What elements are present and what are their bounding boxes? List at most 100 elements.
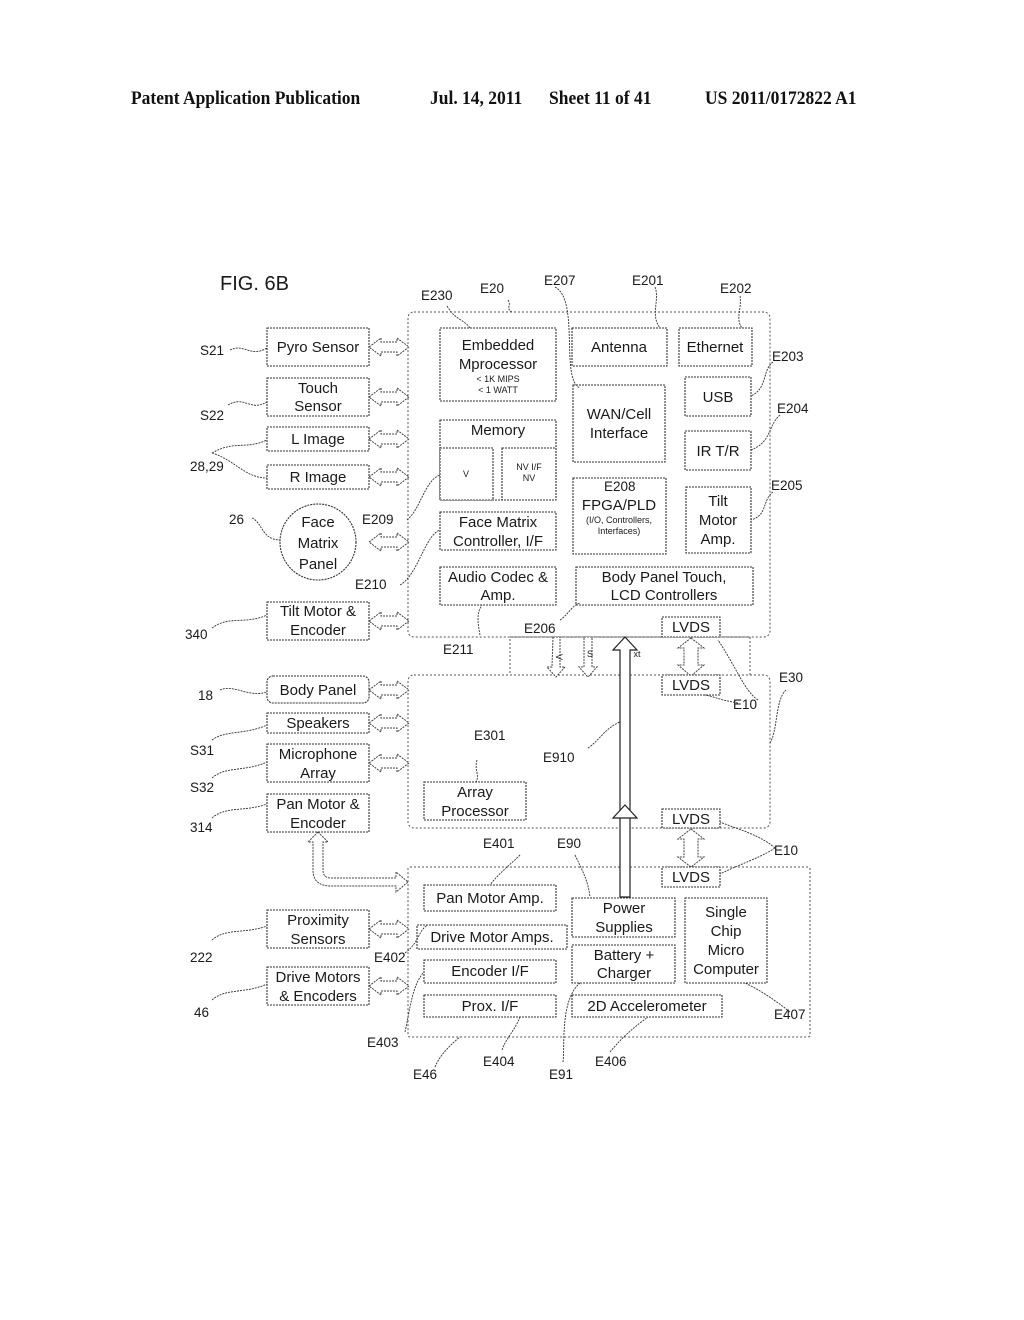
ref-s31: S31 bbox=[190, 743, 214, 758]
pan-motor-bent-arrow-icon bbox=[306, 831, 409, 894]
svg-text:Pan Motor Amp.: Pan Motor Amp. bbox=[436, 890, 544, 907]
ref-e230: E230 bbox=[421, 288, 453, 303]
ref-e206: E206 bbox=[524, 621, 556, 636]
svg-text:Interfaces): Interfaces) bbox=[598, 526, 641, 536]
svg-text:Controller, I/F: Controller, I/F bbox=[453, 533, 543, 550]
ref-s21: S21 bbox=[200, 343, 224, 358]
ref-s22: S22 bbox=[200, 408, 224, 423]
ref-e10-upper: E10 bbox=[733, 697, 757, 712]
speakers-link-arrow-icon bbox=[368, 713, 410, 733]
svg-text:Body Panel: Body Panel bbox=[280, 682, 357, 699]
svg-text:Panel: Panel bbox=[299, 556, 337, 573]
mic-link-arrow-icon bbox=[368, 753, 410, 773]
ref-e406: E406 bbox=[595, 1054, 627, 1069]
face-matrix-controller-box: Face Matrix Controller, I/F bbox=[439, 511, 557, 551]
proximity-sensors-box: Proximity Sensors bbox=[266, 909, 370, 949]
touch-link-arrow-icon bbox=[368, 387, 410, 407]
l-image-box: L Image bbox=[266, 426, 370, 452]
ref-e91: E91 bbox=[549, 1067, 573, 1082]
microphone-array-box: Microphone Array bbox=[266, 743, 370, 783]
ref-e30: E30 bbox=[779, 670, 803, 685]
tilt-motor-encoder-box: Tilt Motor & Encoder bbox=[266, 601, 370, 641]
svg-text:WAN/Cell: WAN/Cell bbox=[587, 406, 651, 423]
svg-text:Chip: Chip bbox=[711, 923, 742, 940]
svg-text:LVDS: LVDS bbox=[672, 811, 710, 828]
svg-text:Sensor: Sensor bbox=[294, 398, 342, 415]
lvds-e30-top-box: LVDS bbox=[661, 674, 721, 696]
ref-e404: E404 bbox=[483, 1054, 515, 1069]
drive-motors-encoders-box: Drive Motors & Encoders bbox=[266, 966, 370, 1006]
bus-s-arrow-icon: S bbox=[577, 636, 599, 678]
svg-text:xt: xt bbox=[633, 649, 641, 659]
ethernet-box: Ethernet bbox=[678, 327, 753, 367]
pan-motor-encoder-box: Pan Motor & Encoder bbox=[266, 793, 370, 833]
figure-title: FIG. 6B bbox=[220, 273, 289, 295]
svg-text:Battery +: Battery + bbox=[594, 947, 655, 964]
ref-e201: E201 bbox=[632, 273, 664, 288]
svg-text:LVDS: LVDS bbox=[672, 619, 710, 636]
pan-motor-amp-box: Pan Motor Amp. bbox=[423, 884, 557, 912]
battery-charger-box: Battery + Charger bbox=[571, 944, 676, 984]
svg-text:Encoder I/F: Encoder I/F bbox=[451, 963, 529, 980]
ref-e210: E210 bbox=[355, 577, 387, 592]
encoder-if-box: Encoder I/F bbox=[423, 959, 557, 984]
svg-text:& Encoders: & Encoders bbox=[279, 988, 357, 1005]
ref-e202: E202 bbox=[720, 281, 752, 296]
svg-text:Supplies: Supplies bbox=[595, 919, 653, 936]
speakers-box: Speakers bbox=[266, 712, 370, 734]
wan-cell-interface-box: WAN/Cell Interface bbox=[572, 384, 666, 463]
audio-codec-amp-box: Audio Codec & Amp. bbox=[439, 566, 557, 606]
svg-text:Encoder: Encoder bbox=[290, 815, 346, 832]
ref-e211: E211 bbox=[443, 642, 474, 657]
pyro-link-arrow-icon bbox=[368, 337, 410, 357]
r-image-box: R Image bbox=[266, 464, 370, 490]
ref-e407: E407 bbox=[774, 1007, 806, 1022]
svg-text:E208: E208 bbox=[604, 479, 636, 494]
tilt-link-arrow-icon bbox=[368, 611, 410, 631]
ref-e209: E209 bbox=[362, 512, 394, 527]
tilt-motor-amp-box: Tilt Motor Amp. bbox=[685, 486, 752, 554]
body-panel-touch-lcd-box: Body Panel Touch, LCD Controllers bbox=[575, 566, 754, 606]
svg-text:Motor: Motor bbox=[699, 512, 737, 529]
ref-e10-lower: E10 bbox=[774, 843, 798, 858]
svg-text:Antenna: Antenna bbox=[591, 339, 648, 356]
ref-e20: E20 bbox=[480, 281, 504, 296]
svg-text:FPGA/PLD: FPGA/PLD bbox=[582, 497, 656, 514]
touch-sensor-box: Touch Sensor bbox=[266, 377, 370, 417]
rimage-link-arrow-icon bbox=[368, 467, 410, 487]
svg-text:Drive Motor Amps.: Drive Motor Amps. bbox=[430, 929, 553, 946]
svg-text:Processor: Processor bbox=[441, 803, 509, 820]
svg-text:Charger: Charger bbox=[597, 965, 651, 982]
single-chip-micro-computer-box: Single Chip Micro Computer bbox=[684, 897, 768, 984]
bidirectional-arrows bbox=[368, 337, 410, 996]
svg-text:Proximity: Proximity bbox=[287, 912, 349, 929]
svg-text:LVDS: LVDS bbox=[672, 677, 710, 694]
lvds-e30-e46-link-arrow-icon bbox=[676, 828, 706, 868]
ref-26: 26 bbox=[229, 512, 244, 527]
prox-if-box: Prox. I/F bbox=[423, 994, 557, 1018]
drive-motor-amps-box: Drive Motor Amps. bbox=[416, 924, 568, 950]
ref-e205: E205 bbox=[771, 478, 803, 493]
lvds-e46-box: LVDS bbox=[661, 866, 721, 888]
lvds-e20-e30-link-arrow-icon bbox=[676, 637, 706, 677]
svg-text:Pyro Sensor: Pyro Sensor bbox=[277, 339, 360, 356]
svg-text:Body Panel Touch,: Body Panel Touch, bbox=[602, 569, 727, 586]
svg-text:NV: NV bbox=[523, 473, 536, 483]
drive-link-arrow-icon bbox=[368, 976, 410, 996]
svg-text:USB: USB bbox=[703, 389, 734, 406]
accelerometer-box: 2D Accelerometer bbox=[571, 994, 723, 1018]
embedded-mprocessor-box: Embedded Mprocessor < 1K MIPS < 1 WATT bbox=[439, 327, 557, 402]
svg-text:Memory: Memory bbox=[471, 422, 526, 439]
svg-text:LCD Controllers: LCD Controllers bbox=[611, 587, 718, 604]
svg-text:S: S bbox=[587, 649, 593, 659]
svg-text:Tilt Motor &: Tilt Motor & bbox=[280, 603, 356, 620]
svg-text:Amp.: Amp. bbox=[480, 587, 515, 604]
limage-link-arrow-icon bbox=[368, 429, 410, 449]
svg-text:< 1 WATT: < 1 WATT bbox=[478, 385, 518, 395]
svg-text:Matrix: Matrix bbox=[298, 535, 339, 552]
svg-text:Embedded: Embedded bbox=[462, 337, 535, 354]
ref-e301: E301 bbox=[474, 728, 506, 743]
svg-text:LVDS: LVDS bbox=[672, 869, 710, 886]
lvds-e30-bottom-box: LVDS bbox=[661, 808, 721, 829]
ref-e403: E403 bbox=[367, 1035, 399, 1050]
